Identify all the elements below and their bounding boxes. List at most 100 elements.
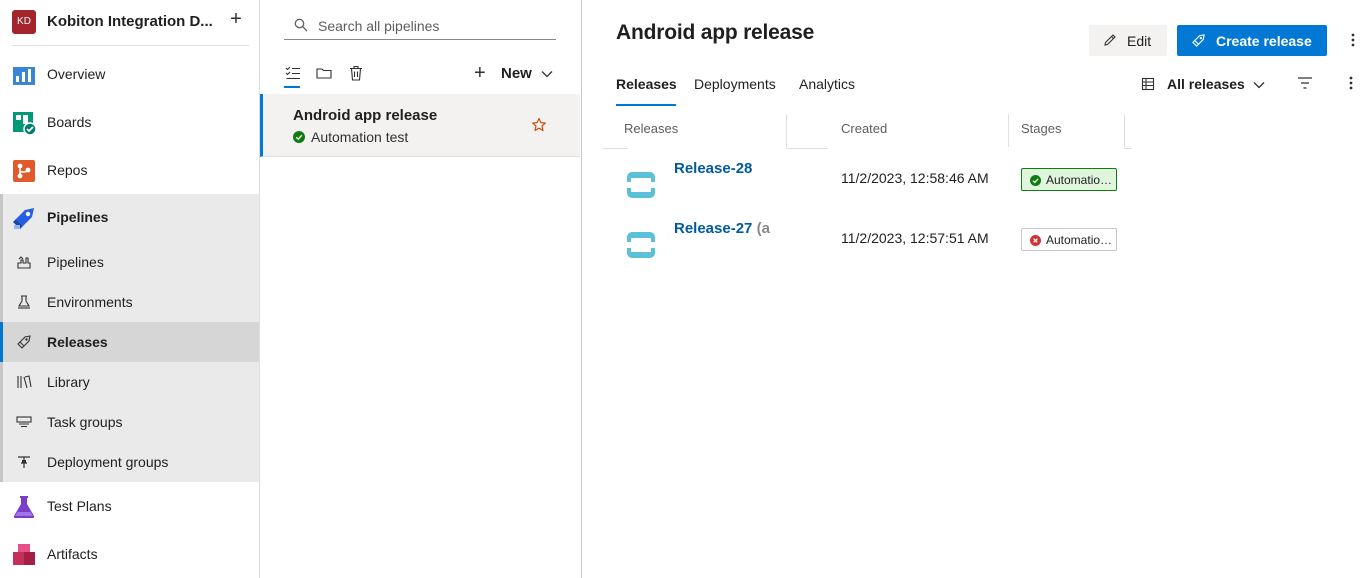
pipeline-subtitle: Automation test (311, 129, 409, 145)
pipeline-title: Android app release (293, 107, 438, 124)
nav-label: Task groups (47, 414, 123, 430)
more-options-icon[interactable] (1343, 74, 1359, 92)
nav-item-overview[interactable]: Overview (0, 51, 259, 99)
pencil-icon (1104, 34, 1116, 46)
pipeline-list-item[interactable]: Android app release Automation test (260, 94, 580, 157)
plus-icon: + (474, 62, 486, 84)
view-selector[interactable]: All releases (1141, 74, 1281, 94)
tab-analytics[interactable]: Analytics (799, 76, 855, 106)
stage-name: Automation test (1046, 173, 1114, 187)
header-divider (1124, 148, 1132, 149)
rocket-icon (1192, 34, 1205, 47)
column-divider (786, 114, 787, 147)
created-date: 11/2/2023, 12:58:46 AM (841, 170, 989, 186)
tab-releases[interactable]: Releases (616, 76, 677, 106)
release-link[interactable]: Release-28 (674, 160, 752, 177)
deployment-groups-icon (18, 456, 30, 468)
column-header-releases[interactable]: Releases (624, 121, 678, 136)
nav-label: Repos (47, 162, 88, 178)
search-input[interactable] (318, 16, 548, 36)
nav-label: Test Plans (47, 498, 112, 514)
nav-subitem-library[interactable]: Library (0, 362, 259, 402)
table-row[interactable]: Release-27 (a 11/2/2023, 12:57:51 AM Aut… (603, 216, 1128, 272)
nav-item-repos[interactable]: Repos (0, 147, 259, 195)
create-release-label: Create release (1216, 33, 1312, 49)
folder-view-icon[interactable] (315, 64, 333, 82)
release-icon (627, 232, 655, 258)
column-header-stages[interactable]: Stages (1021, 121, 1061, 136)
artifacts-icon (13, 544, 35, 565)
active-view-indicator (284, 86, 300, 88)
pipelines-list-pane: + New Android app release Automation tes… (260, 0, 582, 578)
pipeline-sub-icon (17, 256, 31, 269)
list-view-icon[interactable] (284, 64, 302, 82)
release-link[interactable]: Release-27 (a (674, 220, 770, 237)
chevron-down-icon (1253, 82, 1265, 89)
search-box[interactable] (284, 10, 556, 40)
more-options-icon[interactable] (1343, 30, 1359, 50)
page-title: Android app release (616, 21, 815, 44)
created-date: 11/2/2023, 12:57:51 AM (841, 230, 989, 246)
nav-subitem-releases[interactable]: Releases (0, 322, 259, 362)
favorite-star-icon[interactable] (531, 117, 547, 133)
nav-label: Boards (47, 114, 92, 130)
create-release-button[interactable]: Create release (1177, 25, 1327, 56)
library-icon (17, 375, 32, 389)
deleted-trash-icon[interactable] (347, 64, 365, 82)
error-x-icon (1030, 235, 1041, 246)
table-view-icon (1141, 77, 1155, 91)
divider (12, 45, 249, 46)
active-tab-indicator (616, 104, 676, 106)
success-check-icon (1030, 175, 1041, 186)
view-label: All releases (1167, 76, 1245, 92)
column-divider (1008, 114, 1009, 147)
column-header-created[interactable]: Created (841, 121, 887, 136)
organization-header: KD Kobiton Integration D... + (0, 0, 260, 44)
filter-icon[interactable] (1297, 76, 1313, 90)
stage-name: Automation test (1046, 233, 1114, 247)
header-divider (603, 148, 628, 149)
stage-status-badge[interactable]: Automation test (1021, 168, 1117, 191)
search-icon (294, 18, 308, 32)
new-button[interactable]: + New (474, 63, 564, 85)
nav-item-artifacts[interactable]: Artifacts (0, 531, 259, 578)
nav-label: Releases (47, 334, 108, 350)
release-icon (627, 172, 655, 198)
nav-subitem-environments[interactable]: Environments (0, 282, 259, 322)
overview-icon (13, 67, 35, 85)
environments-icon (18, 295, 30, 309)
org-avatar[interactable]: KD (12, 10, 36, 34)
header-divider (786, 148, 828, 149)
nav-subitem-pipelines[interactable]: Pipelines (0, 242, 259, 282)
nav-item-pipelines[interactable]: Pipelines (0, 194, 259, 242)
stage-status-badge[interactable]: Automation test (1021, 228, 1117, 251)
nav-subitem-deployment-groups[interactable]: Deployment groups (0, 442, 259, 482)
nav-label: Overview (47, 66, 106, 82)
new-label: New (501, 65, 532, 82)
nav-label: Pipelines (47, 254, 104, 270)
pipelines-group: Pipelines Pipelines Environments Release… (0, 194, 259, 482)
repos-icon (13, 160, 35, 182)
releases-icon (17, 335, 31, 349)
success-check-icon (293, 131, 305, 143)
add-project-button[interactable]: + (226, 9, 246, 29)
table-row[interactable]: Release-28 11/2/2023, 12:58:46 AM Automa… (603, 156, 1128, 212)
nav-label: Deployment groups (47, 454, 169, 470)
nav-label: Pipelines (47, 209, 109, 225)
edit-label: Edit (1127, 33, 1152, 49)
org-name[interactable]: Kobiton Integration D... (47, 13, 212, 30)
nav-item-test-plans[interactable]: Test Plans (0, 483, 259, 531)
left-navigation: KD Kobiton Integration D... + Overview B… (0, 0, 260, 578)
nav-label: Library (47, 374, 90, 390)
task-groups-icon (16, 416, 32, 428)
release-pipeline-view: Android app release Edit Create release … (583, 0, 1372, 578)
test-plans-icon (13, 496, 35, 518)
nav-item-boards[interactable]: Boards (0, 99, 259, 147)
edit-button[interactable]: Edit (1089, 25, 1167, 56)
nav-label: Artifacts (47, 546, 98, 562)
nav-label: Environments (47, 294, 133, 310)
tab-deployments[interactable]: Deployments (694, 76, 776, 106)
nav-subitem-task-groups[interactable]: Task groups (0, 402, 259, 442)
column-divider (1124, 114, 1125, 147)
boards-icon (13, 112, 36, 135)
